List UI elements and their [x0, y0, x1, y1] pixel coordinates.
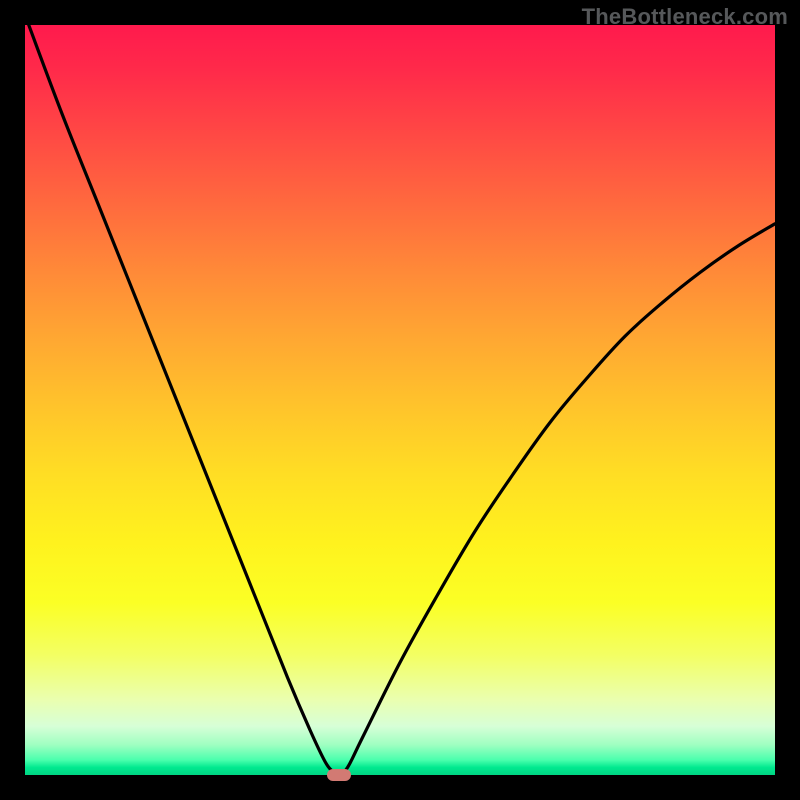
watermark-text: TheBottleneck.com	[582, 4, 788, 30]
minimum-marker	[327, 769, 351, 781]
bottleneck-curve	[25, 25, 775, 775]
plot-area	[25, 25, 775, 775]
chart-frame: TheBottleneck.com	[0, 0, 800, 800]
